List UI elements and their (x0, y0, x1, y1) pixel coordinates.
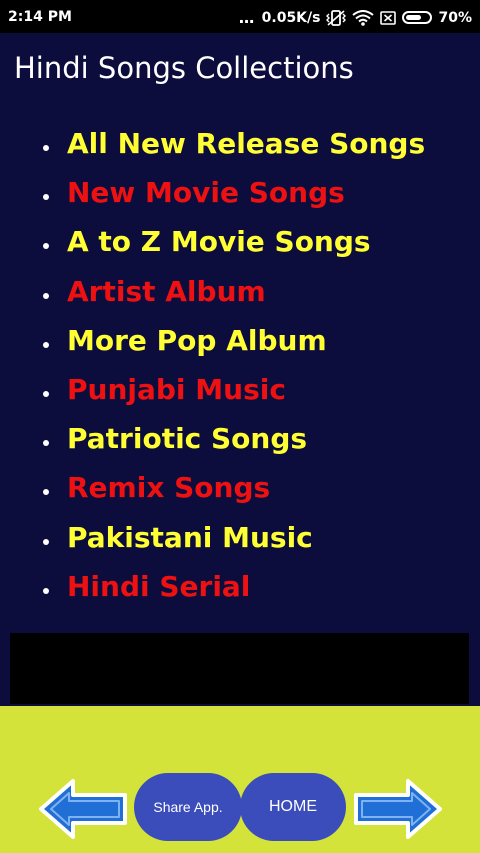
menu-item-label: Hindi Serial (67, 569, 251, 603)
status-time: 2:14 PM (8, 9, 72, 25)
bullet-icon (43, 440, 49, 447)
song-category-list: All New Release Songs New Movie Songs A to… (0, 121, 425, 613)
menu-item[interactable]: Pakistani Music (0, 515, 425, 564)
battery-icon (402, 11, 433, 24)
ad-banner[interactable] (10, 633, 469, 704)
footer-bar: Share App. HOME (0, 706, 480, 853)
notification-dots: ... (238, 8, 254, 27)
menu-item-label: Remix Songs (67, 471, 271, 505)
bullet-icon (43, 243, 49, 250)
share-app-button[interactable]: Share App. (134, 773, 242, 841)
menu-item-label: Patriotic Songs (67, 422, 308, 456)
menu-item-label: Artist Album (67, 274, 266, 308)
main-content: Hindi Songs Collections All New Release … (0, 33, 480, 706)
bullet-icon (43, 194, 49, 201)
menu-item-label: More Pop Album (67, 323, 327, 357)
wifi-icon (352, 9, 375, 26)
bullet-icon (43, 145, 49, 151)
status-icons: ... 0.05K/s 70% (238, 8, 472, 27)
home-button[interactable]: HOME (240, 773, 346, 841)
menu-item[interactable]: Artist Album (0, 269, 425, 318)
bullet-icon (43, 489, 49, 496)
network-speed: 0.05K/s (261, 9, 321, 26)
bullet-icon (43, 341, 49, 348)
menu-item[interactable]: A to Z Movie Songs (0, 219, 425, 268)
menu-item[interactable]: Remix Songs (0, 465, 425, 514)
menu-item[interactable]: Hindi Serial (0, 564, 425, 613)
menu-item-label: Pakistani Music (67, 520, 313, 554)
menu-item[interactable]: More Pop Album (0, 318, 425, 367)
back-arrow-icon[interactable] (37, 778, 129, 840)
menu-item-label: New Movie Songs (67, 176, 345, 210)
menu-item[interactable]: Punjabi Music (0, 367, 425, 416)
vibrate-icon (326, 9, 347, 26)
menu-item[interactable]: New Movie Songs (0, 170, 425, 219)
home-label: HOME (269, 798, 317, 815)
battery-level (406, 15, 422, 20)
menu-item-label: All New Release Songs (67, 127, 426, 160)
forward-arrow-icon[interactable] (352, 778, 444, 840)
battery-percent: 70% (438, 9, 472, 26)
bullet-icon (43, 538, 49, 545)
menu-item-label: A to Z Movie Songs (67, 225, 371, 259)
menu-item-label: Punjabi Music (67, 372, 286, 406)
menu-item[interactable]: All New Release Songs (0, 121, 425, 170)
share-app-label: Share App. (153, 799, 223, 815)
sim-off-icon (380, 10, 397, 25)
bullet-icon (43, 587, 49, 594)
bullet-icon (43, 292, 49, 299)
status-bar: 2:14 PM ... 0.05K/s 70% (0, 0, 480, 33)
menu-item[interactable]: Patriotic Songs (0, 416, 425, 465)
bullet-icon (43, 390, 49, 397)
page-title: Hindi Songs Collections (14, 51, 354, 85)
